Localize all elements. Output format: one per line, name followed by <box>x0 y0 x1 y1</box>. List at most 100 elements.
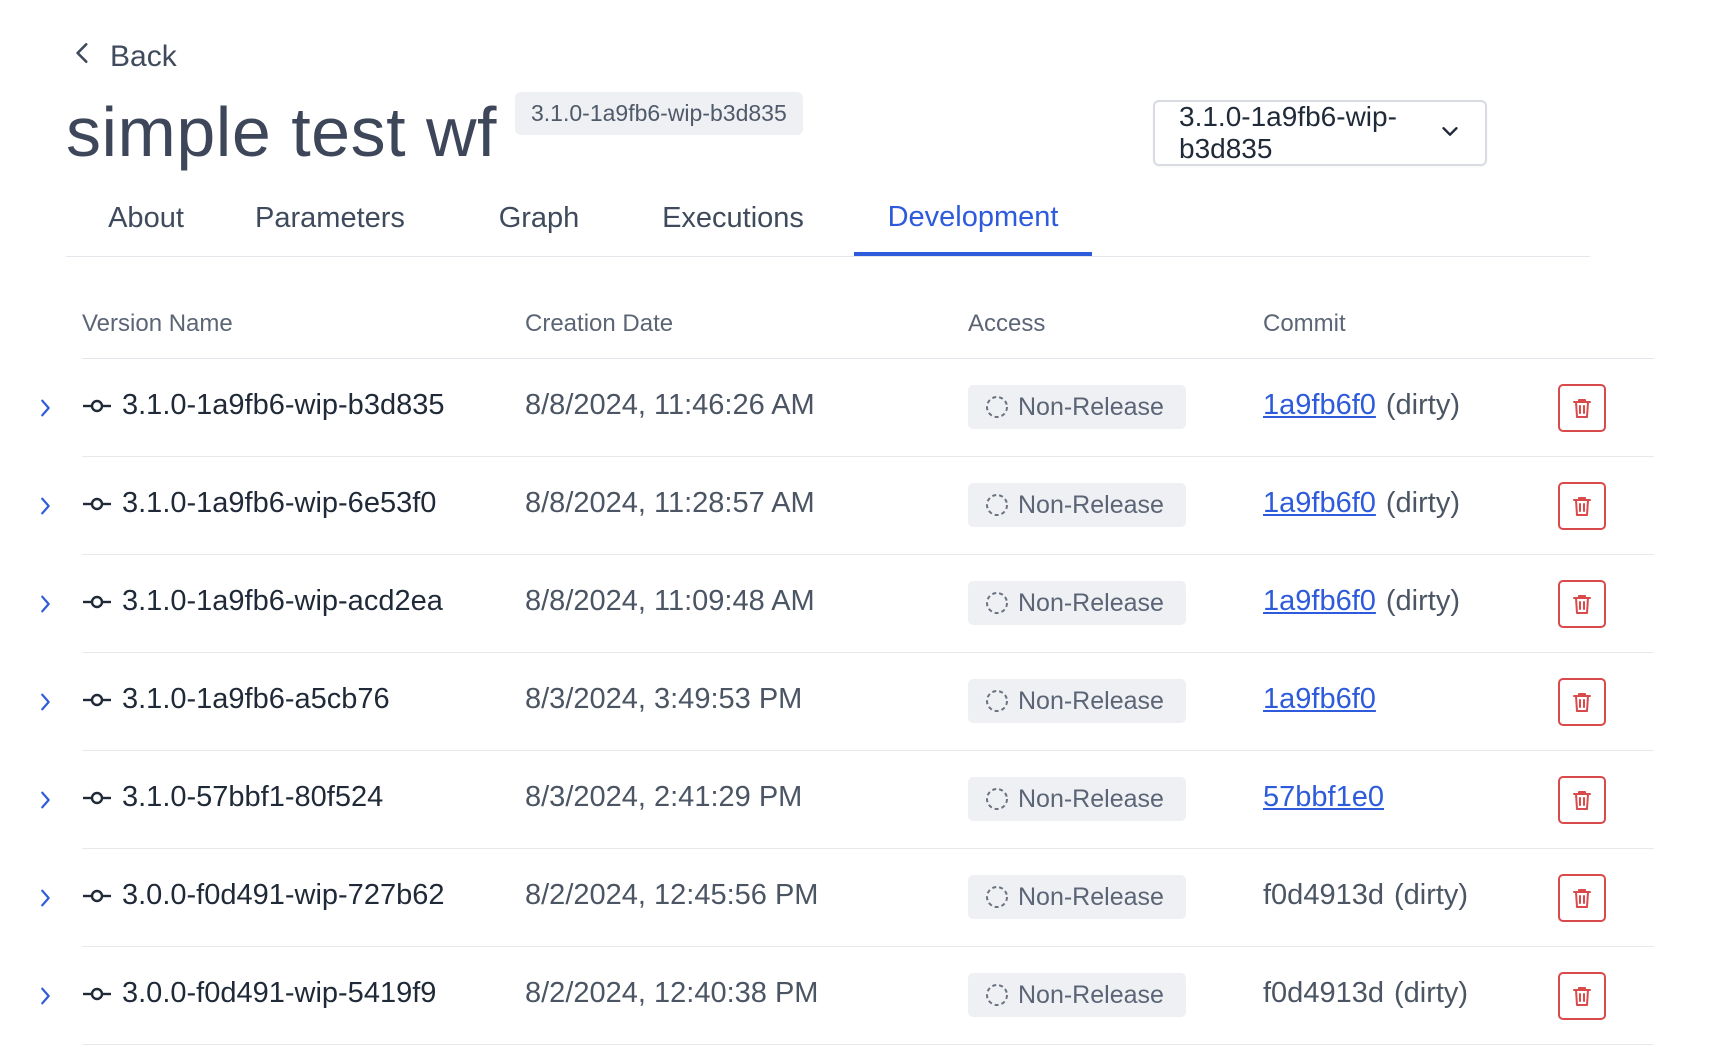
version-name: 3.0.0-f0d491-wip-727b62 <box>122 879 445 911</box>
access-label: Non-Release <box>1018 392 1164 421</box>
commit-cell: f0d4913d (dirty) <box>1263 879 1468 912</box>
git-commit-icon <box>82 691 112 709</box>
table-row: 3.1.0-1a9fb6-wip-6e53f0 8/8/2024, 11:28:… <box>41 457 1654 555</box>
access-label: Non-Release <box>1018 588 1164 617</box>
tab-graph[interactable]: Graph <box>466 182 612 254</box>
commit-cell: 1a9fb6f0 (dirty) <box>1263 389 1460 422</box>
delete-version-button[interactable] <box>1558 972 1606 1020</box>
commit-dirty-flag: (dirty) <box>1385 487 1460 519</box>
expand-row-button[interactable] <box>30 785 60 815</box>
commit-hash: f0d4913d <box>1263 977 1384 1009</box>
creation-date: 8/8/2024, 11:09:48 AM <box>525 585 815 617</box>
commit-hash: 57bbf1e0 <box>1263 781 1384 814</box>
table-row: 3.1.0-1a9fb6-wip-acd2ea 8/8/2024, 11:09:… <box>41 555 1654 653</box>
git-commit-icon <box>82 593 112 611</box>
dashed-circle-icon <box>986 788 1008 810</box>
expand-row-button[interactable] <box>30 883 60 913</box>
expand-row-button[interactable] <box>30 393 60 423</box>
trash-icon <box>1573 497 1591 516</box>
commit-link[interactable]: 1a9fb6f0 <box>1263 683 1376 715</box>
version-chip: 3.1.0-1a9fb6-wip-b3d835 <box>515 92 803 135</box>
back-label: Back <box>110 40 177 73</box>
version-name-cell: 3.1.0-1a9fb6-a5cb76 <box>82 683 390 716</box>
commit-dirty-flag: (dirty) <box>1385 389 1460 421</box>
commit-cell: f0d4913d (dirty) <box>1263 977 1468 1010</box>
tab-parameters[interactable]: Parameters <box>246 182 414 254</box>
version-name: 3.1.0-57bbf1-80f524 <box>122 781 384 813</box>
col-access: Access <box>968 310 1046 337</box>
delete-version-button[interactable] <box>1558 874 1606 922</box>
back-link[interactable]: Back <box>70 40 177 74</box>
table-row: 3.1.0-1a9fb6-a5cb76 8/3/2024, 3:49:53 PM… <box>41 653 1654 751</box>
col-creation-date: Creation Date <box>525 310 674 337</box>
expand-row-button[interactable] <box>30 981 60 1011</box>
table-row: 3.0.0-f0d491-wip-5419f9 8/2/2024, 12:40:… <box>41 947 1654 1045</box>
tab-development[interactable]: Development <box>854 182 1092 256</box>
page-title: simple test wf <box>66 93 497 171</box>
delete-version-button[interactable] <box>1558 776 1606 824</box>
version-name-cell: 3.0.0-f0d491-wip-727b62 <box>82 879 444 912</box>
expand-row-button[interactable] <box>30 589 60 619</box>
access-badge: Non-Release <box>968 483 1186 527</box>
chevron-left-icon <box>70 40 96 74</box>
chevron-right-icon <box>41 987 50 1005</box>
chevron-right-icon <box>41 399 50 417</box>
tab-executions[interactable]: Executions <box>644 182 822 254</box>
access-label: Non-Release <box>1018 882 1164 911</box>
git-commit-icon <box>82 397 112 415</box>
version-name: 3.0.0-f0d491-wip-5419f9 <box>122 977 437 1009</box>
git-commit-icon <box>82 985 112 1003</box>
git-commit-icon <box>82 495 112 513</box>
access-badge: Non-Release <box>968 875 1186 919</box>
dashed-circle-icon <box>986 886 1008 908</box>
table-header: Version Name Creation Date Access Commit <box>82 290 1654 359</box>
dashed-circle-icon <box>986 592 1008 614</box>
access-badge: Non-Release <box>968 679 1186 723</box>
dashed-circle-icon <box>986 396 1008 418</box>
expand-row-button[interactable] <box>30 687 60 717</box>
delete-version-button[interactable] <box>1558 482 1606 530</box>
commit-dirty-flag: (dirty) <box>1393 879 1469 911</box>
dashed-circle-icon <box>986 690 1008 712</box>
git-commit-icon <box>82 887 112 905</box>
commit-link[interactable]: 1a9fb6f0 <box>1263 389 1376 421</box>
access-label: Non-Release <box>1018 686 1164 715</box>
delete-version-button[interactable] <box>1558 384 1606 432</box>
commit-link[interactable]: 1a9fb6f0 <box>1263 585 1376 617</box>
access-label: Non-Release <box>1018 980 1164 1009</box>
version-name: 3.1.0-1a9fb6-a5cb76 <box>122 683 390 715</box>
dashed-circle-icon <box>986 984 1008 1006</box>
commit-dirty-flag: (dirty) <box>1385 585 1460 617</box>
tab-bar: About Parameters Graph Executions Develo… <box>66 182 1590 257</box>
table-row: 3.1.0-57bbf1-80f524 8/3/2024, 2:41:29 PM… <box>41 751 1654 849</box>
delete-version-button[interactable] <box>1558 678 1606 726</box>
title-row: simple test wf 3.1.0-1a9fb6-wip-b3d835 <box>66 92 803 172</box>
dashed-circle-icon <box>986 494 1008 516</box>
table-row: 3.0.0-f0d491-wip-727b62 8/2/2024, 12:45:… <box>41 849 1654 947</box>
tab-about[interactable]: About <box>66 182 226 254</box>
version-name-cell: 3.1.0-1a9fb6-wip-b3d835 <box>82 389 444 422</box>
chevron-right-icon <box>41 693 50 711</box>
version-name-cell: 3.1.0-1a9fb6-wip-6e53f0 <box>82 487 436 520</box>
version-name-cell: 3.1.0-1a9fb6-wip-acd2ea <box>82 585 443 618</box>
access-label: Non-Release <box>1018 784 1164 813</box>
commit-link[interactable]: 57bbf1e0 <box>1263 781 1384 813</box>
commit-hash: 1a9fb6f0 <box>1263 585 1376 618</box>
version-select[interactable]: 3.1.0-1a9fb6-wip-b3d835 <box>1153 100 1487 166</box>
version-select-value: 3.1.0-1a9fb6-wip-b3d835 <box>1179 101 1397 164</box>
table-row: 3.1.0-1a9fb6-wip-b3d835 8/8/2024, 11:46:… <box>41 359 1654 457</box>
delete-version-button[interactable] <box>1558 580 1606 628</box>
creation-date: 8/8/2024, 11:46:26 AM <box>525 389 815 421</box>
version-name: 3.1.0-1a9fb6-wip-6e53f0 <box>122 487 437 519</box>
trash-icon <box>1573 987 1591 1006</box>
commit-link[interactable]: 1a9fb6f0 <box>1263 487 1376 519</box>
commit-cell: 1a9fb6f0 (dirty) <box>1263 487 1460 520</box>
commit-cell: 1a9fb6f0 <box>1263 683 1386 716</box>
commit-cell: 57bbf1e0 <box>1263 781 1394 814</box>
expand-row-button[interactable] <box>30 491 60 521</box>
versions-table: Version Name Creation Date Access Commit… <box>41 290 1654 1045</box>
trash-icon <box>1573 889 1591 908</box>
chevron-right-icon <box>41 595 50 613</box>
commit-cell: 1a9fb6f0 (dirty) <box>1263 585 1460 618</box>
chevron-down-icon <box>1439 117 1461 149</box>
